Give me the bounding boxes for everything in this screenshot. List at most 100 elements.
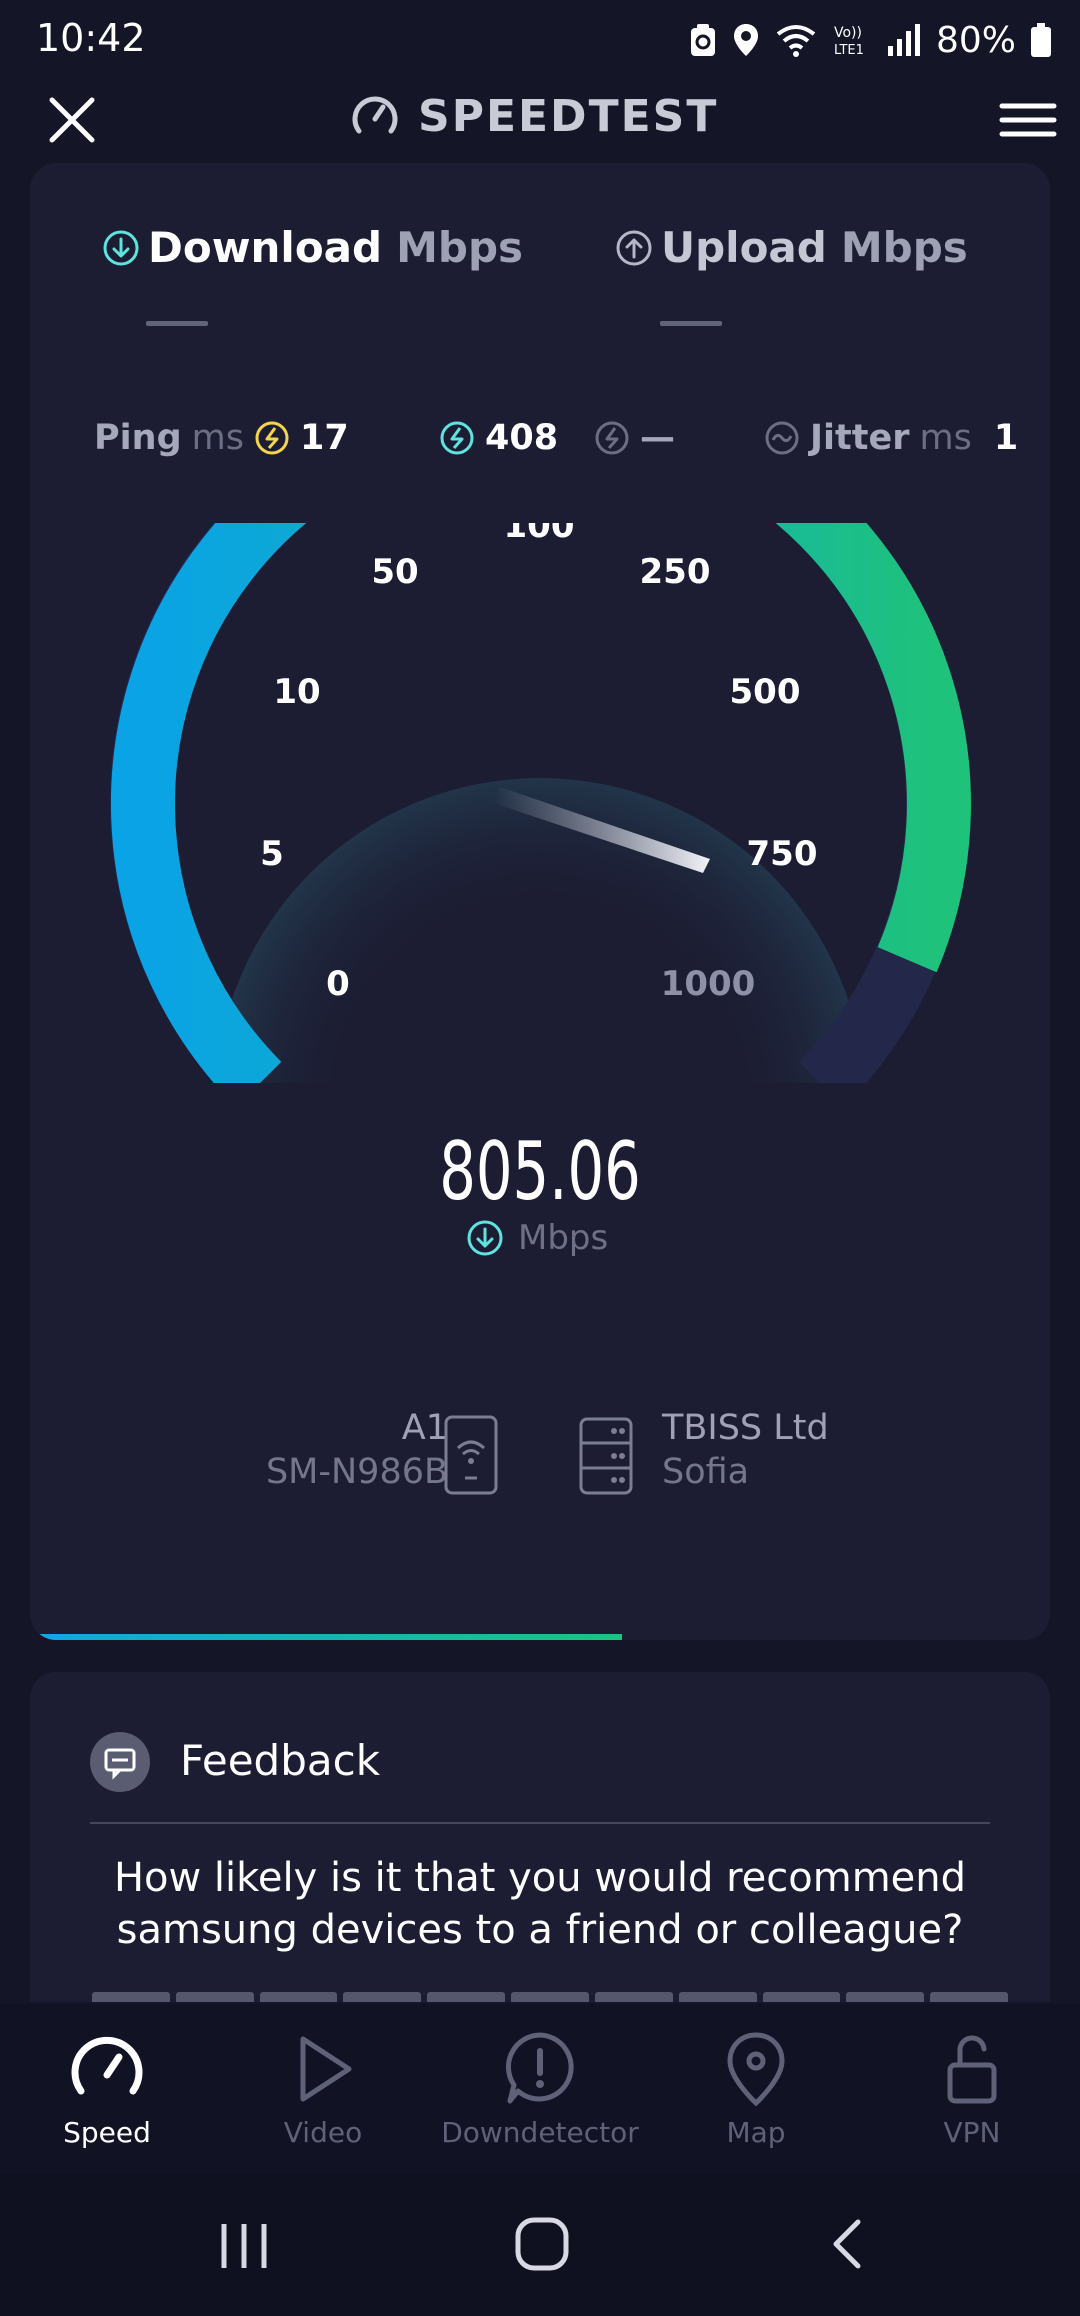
volte-icon: Vo)) LTE1 [834, 25, 864, 58]
rating-option[interactable] [427, 1992, 506, 2002]
ping-download-icon [440, 421, 474, 455]
status-icons: Vo)) LTE1 80% [688, 14, 1052, 66]
rating-option[interactable] [92, 1992, 170, 2002]
ping-idle-icon [255, 421, 289, 455]
speed-gauge: 0 5 10 50 100 250 500 750 1000 [30, 523, 1050, 1083]
rating-option[interactable] [930, 1992, 1008, 2002]
download-value-placeholder [146, 321, 208, 326]
ping-jitter-row: Ping ms 17 408 — Jitter ms 1 [94, 418, 1018, 478]
download-unit: Mbps [396, 223, 524, 272]
ping-unit: ms [191, 418, 244, 458]
upload-value-placeholder [660, 321, 722, 326]
tick-250: 250 [640, 552, 711, 592]
app-logo: SPEEDTEST [350, 80, 718, 152]
feedback-question: How likely is it that you would recommen… [113, 1855, 967, 1953]
tick-5: 5 [260, 834, 284, 874]
nav-item-speed[interactable]: Speed [7, 2024, 207, 2149]
nav-label-map: Map [726, 2116, 786, 2149]
status-time: 10:42 [36, 16, 146, 60]
speedtest-card: Download Mbps Upload Mbps Ping ms 17 408… [30, 163, 1050, 1640]
tick-100: 100 [504, 523, 575, 546]
test-progress-bar [30, 1634, 622, 1640]
jitter-unit: ms [919, 418, 972, 458]
close-button[interactable] [40, 88, 104, 152]
tick-0: 0 [326, 964, 350, 1004]
download-header: Download Mbps [102, 223, 523, 272]
location-icon [733, 24, 758, 56]
recycle-icon [690, 24, 715, 56]
rating-option[interactable] [259, 1992, 338, 2002]
upload-arrow-icon [616, 230, 652, 265]
alert-bubble-icon [505, 2032, 574, 2104]
server-info[interactable]: TBISS Ltd Sofia [662, 1408, 829, 1492]
rating-option[interactable] [762, 1992, 841, 2002]
jitter-metric: Jitter ms 1 [764, 418, 1018, 458]
battery-icon [1031, 23, 1051, 57]
server-name: TBISS Ltd [662, 1408, 829, 1448]
jitter-label: Jitter [810, 418, 910, 458]
current-speed-unit: Mbps [518, 1218, 609, 1258]
status-bar: 10:42 Vo)) LTE1 80% [0, 0, 1080, 80]
rating-scale [92, 1992, 1008, 2002]
upload-unit: Mbps [840, 223, 968, 272]
ping-label: Ping [94, 418, 182, 458]
speedometer-logo-icon [352, 96, 398, 134]
nav-item-downdetector[interactable]: Downdetector [440, 2024, 640, 2149]
hamburger-icon [999, 103, 1057, 137]
rating-option[interactable] [594, 1992, 673, 2002]
download-arrow-icon [103, 230, 139, 265]
nav-label-vpn: VPN [943, 2116, 1001, 2149]
download-label: Download [148, 223, 383, 272]
current-speed-unit-row: Mbps [466, 1218, 608, 1258]
home-icon[interactable] [512, 2214, 572, 2274]
wifi-icon [776, 25, 816, 57]
app-title: SPEEDTEST [418, 90, 719, 142]
tick-750: 750 [747, 834, 818, 874]
gauge-glow [215, 778, 865, 1083]
device-provider: A1 [401, 1408, 448, 1448]
nav-label-video: Video [283, 2116, 363, 2149]
tick-1000: 1000 [661, 964, 756, 1004]
rating-option[interactable] [511, 1992, 589, 2002]
tick-50: 50 [371, 552, 418, 592]
rating-option[interactable] [343, 1992, 422, 2002]
unlock-icon [947, 2035, 997, 2104]
device-model: SM-N986B [265, 1452, 448, 1492]
device-info: A1 SM-N986B [266, 1408, 448, 1492]
nav-label-downdetector: Downdetector [441, 2116, 639, 2149]
ping-download-metric: 408 [439, 418, 558, 458]
current-speed-value: 805.06 [439, 1125, 641, 1218]
play-icon [300, 2036, 352, 2102]
map-pin-icon [727, 2032, 785, 2107]
signal-icon [887, 24, 920, 56]
ping-upload-icon [595, 421, 629, 455]
back-icon[interactable] [820, 2216, 876, 2272]
jitter-icon [765, 421, 799, 455]
ping-idle-metric: Ping ms 17 [94, 418, 349, 458]
feedback-divider [90, 1822, 990, 1824]
bottom-navigation: Speed Video Downdetector Map VPN [0, 2004, 1080, 2174]
svg-text:LTE1: LTE1 [834, 43, 864, 58]
rating-option[interactable] [846, 1992, 925, 2002]
upload-header: Upload Mbps [615, 223, 968, 272]
recent-apps-icon[interactable] [216, 2218, 272, 2274]
nav-label-speed: Speed [63, 2116, 151, 2149]
battery-percent: 80% [935, 19, 1016, 61]
rating-option[interactable] [175, 1992, 254, 2002]
feedback-card: Feedback How likely is it that you would… [30, 1672, 1050, 2002]
upload-label: Upload [661, 223, 827, 272]
nav-item-map[interactable]: Map [656, 2024, 856, 2149]
svg-text:Vo)): Vo)) [834, 25, 862, 41]
server-icon[interactable] [578, 1416, 634, 1496]
rating-option[interactable] [678, 1992, 757, 2002]
menu-button[interactable] [996, 88, 1060, 152]
ping-idle-value: 17 [299, 418, 349, 458]
nav-item-vpn[interactable]: VPN [872, 2024, 1072, 2149]
feedback-title: Feedback [180, 1736, 381, 1785]
ping-upload-value: — [640, 418, 675, 458]
gauge-icon [71, 2036, 143, 2095]
server-location: Sofia [662, 1452, 750, 1492]
chat-bubble-icon [104, 1748, 136, 1780]
gauge-svg: 0 5 10 50 100 250 500 750 1000 [110, 523, 971, 1083]
nav-item-video[interactable]: Video [223, 2024, 423, 2149]
